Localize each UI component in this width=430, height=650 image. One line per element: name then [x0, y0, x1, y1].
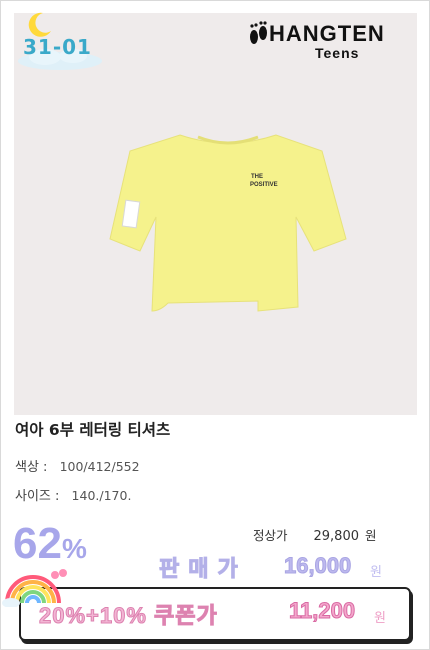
brand-name: HANGTEN — [269, 21, 385, 46]
tshirt-image: THE POSITIVE — [109, 134, 347, 312]
regular-price-unit: 원 — [364, 528, 377, 543]
regular-price-label: 정상가 — [253, 528, 288, 543]
svg-text:THE: THE — [251, 174, 263, 180]
spec-color-label: 색상 : — [15, 460, 48, 475]
regular-price-amount: 29,800 — [313, 529, 360, 544]
sale-price-amount: 16,000 — [283, 553, 352, 579]
product-code-badge: 31-01 — [23, 35, 92, 59]
product-photo[interactable]: THE POSITIVE — [14, 13, 417, 415]
coupon-price-amount: 11,200 — [288, 598, 356, 624]
product-card[interactable]: THE POSITIVE 31-01 HANGTEN Teens 여아 6부 레… — [0, 0, 430, 650]
sale-price-unit: 원 — [370, 565, 382, 580]
regular-price: 정상가 29,800 원 — [253, 525, 377, 544]
spec-color-value: 100/412/552 — [59, 459, 140, 474]
discount-number: 62 — [13, 519, 62, 568]
moon-icon — [28, 12, 51, 37]
discount-rate: 62% — [13, 519, 87, 569]
spec-size-label: 사이즈 : — [15, 489, 60, 504]
rainbow-icon — [2, 569, 67, 607]
coupon-price-box[interactable]: 20%+10% 쿠폰가 11,200 원 — [19, 587, 411, 641]
sale-price: 판매가 16,000 원 — [159, 551, 382, 583]
spec-size-value: 140./170. — [71, 488, 132, 503]
discount-symbol: % — [61, 533, 87, 564]
sale-price-label: 판매가 — [159, 556, 247, 582]
brand-sub: Teens — [315, 45, 360, 61]
svg-text:POSITIVE: POSITIVE — [250, 182, 278, 188]
coupon-price-unit: 원 — [374, 611, 386, 626]
spec-size: 사이즈 : 140./170. — [15, 485, 131, 504]
product-title[interactable]: 여아 6부 레터링 티셔츠 — [15, 418, 170, 440]
spec-color: 색상 : 100/412/552 — [15, 456, 140, 475]
footprint-icon — [250, 21, 267, 44]
